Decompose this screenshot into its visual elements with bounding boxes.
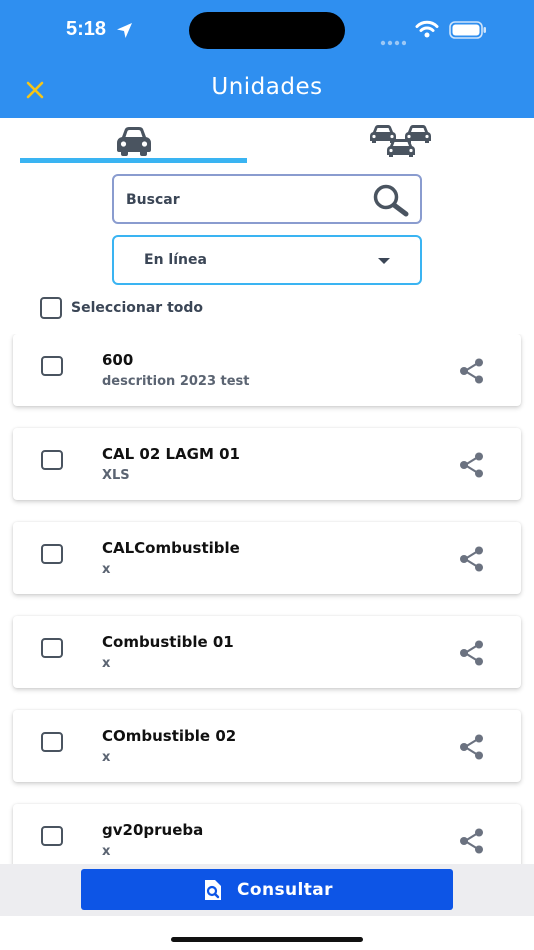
unit-checkbox[interactable] <box>41 638 63 658</box>
consult-label: Consultar <box>237 879 333 900</box>
location-arrow-icon <box>116 22 133 43</box>
share-icon[interactable] <box>458 358 486 388</box>
search-box <box>112 174 422 224</box>
unit-card[interactable]: Combustible 01 x <box>13 616 521 688</box>
consult-icon <box>205 879 222 900</box>
unit-checkbox[interactable] <box>41 732 63 752</box>
car-icon <box>116 127 151 156</box>
unit-subtitle: descrition 2023 test <box>102 374 250 389</box>
select-all-toggle[interactable]: Seleccionar todo <box>40 297 203 319</box>
unit-title: COmbustible 02 <box>102 727 237 745</box>
wifi-icon <box>415 20 439 42</box>
status-filter-select[interactable]: En línea <box>112 235 422 285</box>
unit-card[interactable]: CALCombustible x <box>13 522 521 594</box>
home-indicator <box>171 937 363 942</box>
unit-subtitle: x <box>102 844 111 859</box>
search-icon[interactable] <box>372 183 410 221</box>
unit-card[interactable]: gv20prueba x <box>13 804 521 864</box>
app-header: 5:18 Unidades <box>0 0 534 118</box>
select-all-label: Seleccionar todo <box>71 300 204 316</box>
status-filter-value: En línea <box>144 252 207 268</box>
unit-title: 600 <box>102 351 134 369</box>
share-icon[interactable] <box>458 734 486 764</box>
unit-title: Combustible 01 <box>102 633 234 651</box>
share-icon[interactable] <box>458 828 486 858</box>
unit-checkbox[interactable] <box>41 356 63 376</box>
unit-card[interactable]: CAL 02 LAGM 01 XLS <box>13 428 521 500</box>
share-icon[interactable] <box>458 546 486 576</box>
unit-checkbox[interactable] <box>41 544 63 564</box>
unit-subtitle: XLS <box>102 468 130 483</box>
unit-title: CAL 02 LAGM 01 <box>102 445 240 463</box>
unit-title: gv20prueba <box>102 821 204 839</box>
status-time: 5:18 <box>66 18 107 40</box>
signal-dots-icon <box>380 31 407 50</box>
consult-button[interactable]: Consultar <box>81 869 453 910</box>
unit-checkbox[interactable] <box>41 450 63 470</box>
tab-indicator <box>20 158 247 163</box>
dynamic-island <box>189 12 345 49</box>
cars-group-icon <box>369 125 431 157</box>
unit-subtitle: x <box>102 656 111 671</box>
unit-card[interactable]: COmbustible 02 x <box>13 710 521 782</box>
unit-title: CALCombustible <box>102 539 240 557</box>
page-title: Unidades <box>211 74 323 100</box>
tab-group-units[interactable] <box>287 118 514 164</box>
search-input[interactable] <box>126 188 366 212</box>
select-all-checkbox[interactable] <box>40 297 62 319</box>
battery-icon <box>449 20 487 44</box>
share-icon[interactable] <box>458 640 486 670</box>
share-icon[interactable] <box>458 452 486 482</box>
unit-subtitle: x <box>102 562 111 577</box>
unit-subtitle: x <box>102 750 111 765</box>
unit-card[interactable]: 600 descrition 2023 test <box>13 334 521 406</box>
caret-down-icon <box>378 258 390 264</box>
unit-checkbox[interactable] <box>41 826 63 846</box>
unit-list: 600 descrition 2023 test CAL 02 LAGM 01 … <box>0 334 534 864</box>
